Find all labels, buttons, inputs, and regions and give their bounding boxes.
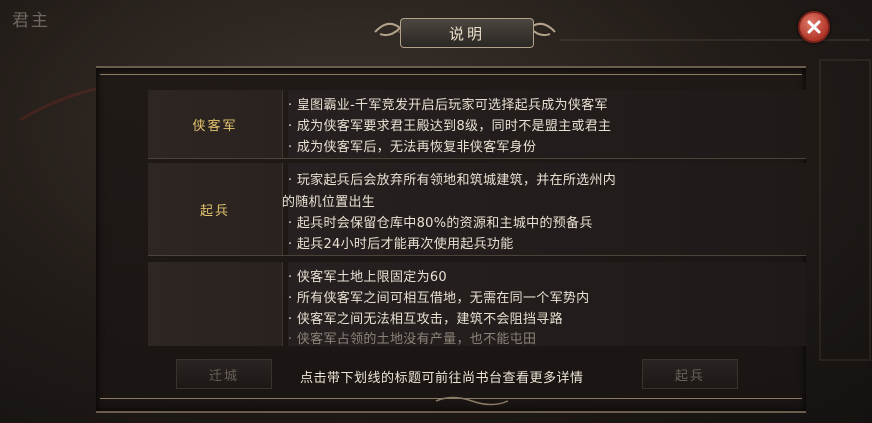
- rule-line: · 侠客军之间无法相互攻击，建筑不会阻挡寻路: [288, 312, 563, 327]
- section-label: [148, 262, 283, 346]
- section-label[interactable]: 起兵: [148, 163, 283, 255]
- section-rules: · 侠客军土地上限固定为60 · 所有侠客军之间可相互借地，无需在同一个军势内 …: [148, 262, 806, 346]
- rule-line: · 成为侠客军后，无法再恢复非侠客军身份: [288, 140, 537, 155]
- rule-line: · 起兵时会保留仓库中80%的资源和主城中的预备兵: [288, 216, 593, 231]
- section-qibing: 起兵 · 玩家起兵后会放弃所有领地和筑城建筑，并在所选州内 的随机位置出生 · …: [148, 163, 806, 256]
- section-label[interactable]: 侠客军: [148, 90, 283, 158]
- section-xiakejun: 侠客军 · 皇图霸业-千军竞发开启后玩家可选择起兵成为侠客军 · 成为侠客军要求…: [148, 90, 806, 159]
- rule-line: · 玩家起兵后会放弃所有领地和筑城建筑，并在所选州内: [288, 173, 617, 188]
- rule-line: 的随机位置出生: [282, 195, 376, 210]
- close-x-icon: [807, 20, 821, 34]
- rule-line: · 皇图霸业-千军竞发开启后玩家可选择起兵成为侠客军: [288, 98, 608, 113]
- rule-line: · 所有侠客军之间可相互借地，无需在同一个军势内: [288, 291, 590, 306]
- top-divider: [100, 74, 802, 75]
- rule-line: · 侠客军土地上限固定为60: [288, 270, 448, 285]
- rule-line: · 成为侠客军要求君王殿达到8级，同时不是盟主或君主: [288, 119, 612, 134]
- dialog-title: 说明: [400, 18, 534, 48]
- bottom-ornament: [435, 396, 509, 406]
- rule-line: · 起兵24小时后才能再次使用起兵功能: [288, 237, 514, 252]
- raise-army-button[interactable]: 起兵: [642, 359, 738, 389]
- section-content: · 侠客军土地上限固定为60 · 所有侠客军之间可相互借地，无需在同一个军势内 …: [288, 262, 806, 346]
- section-content: · 皇图霸业-千军竞发开启后玩家可选择起兵成为侠客军 · 成为侠客军要求君王殿达…: [288, 90, 806, 158]
- footer-note: 点击带下划线的标题可前往尚书台查看更多详情: [300, 371, 584, 386]
- close-button[interactable]: [798, 11, 830, 43]
- rule-line: · 侠客军占领的土地没有产量，也不能屯田: [288, 332, 537, 346]
- relocate-button[interactable]: 迁城: [176, 359, 272, 389]
- section-content: · 玩家起兵后会放弃所有领地和筑城建筑，并在所选州内 的随机位置出生 · 起兵时…: [282, 163, 806, 255]
